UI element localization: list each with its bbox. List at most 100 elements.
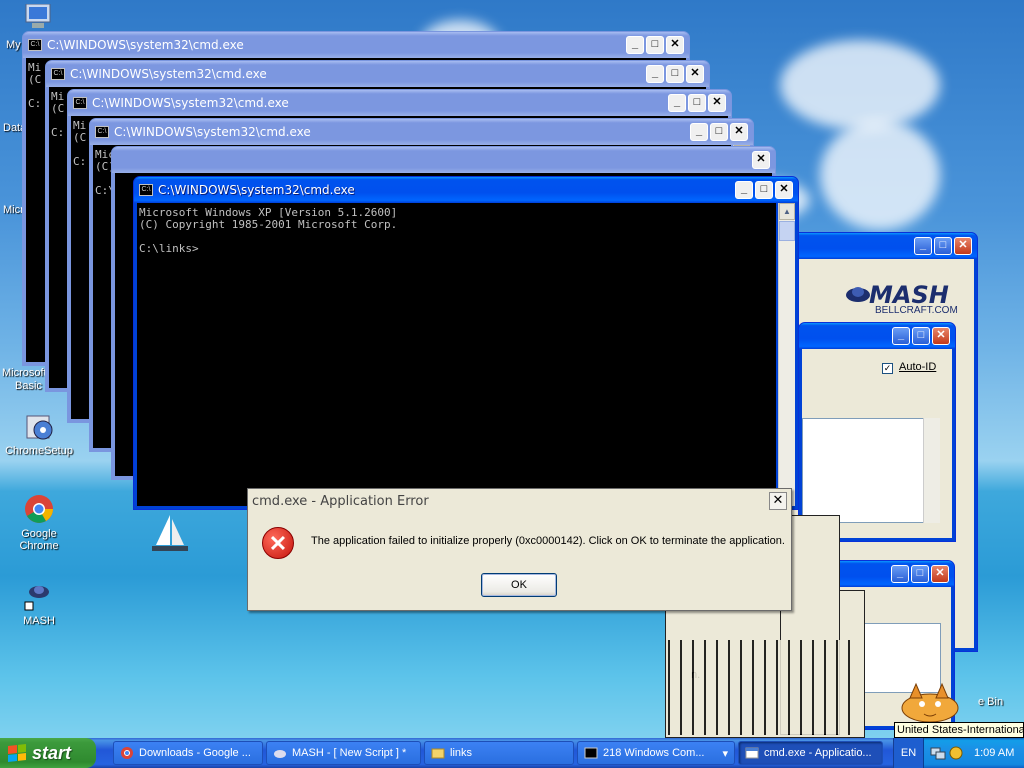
console-output[interactable]: Microsoft Windows XP [Version 5.1.2600] … — [137, 203, 776, 506]
close-button[interactable]: ✕ — [932, 327, 950, 345]
taskbar-item-error-dialog[interactable]: cmd.exe - Applicatio... — [738, 741, 883, 765]
my-computer-icon[interactable] — [22, 3, 54, 30]
close-button[interactable]: ✕ — [666, 36, 684, 54]
cmd-window-titlebar[interactable]: C:\ C:\WINDOWS\system32\cmd.exe _ □ ✕ — [134, 177, 798, 203]
cmd-window-titlebar[interactable]: C:\ C:\WINDOWS\system32\cmd.exe _ □ ✕ — [90, 119, 753, 145]
taskbar-item-label: cmd.exe - Applicatio... — [764, 747, 872, 759]
taskbar-item-label: links — [450, 747, 473, 759]
error-message: The application failed to initialize pro… — [311, 535, 785, 547]
taskbar-item-label: Downloads - Google ... — [139, 747, 251, 759]
desktop-icon-mash[interactable]: MASH — [2, 580, 76, 627]
auto-id-label[interactable]: Auto-ID — [899, 361, 936, 373]
taskbar: start Downloads - Google ... MASH - [ Ne… — [0, 738, 1024, 768]
chrome-icon — [120, 746, 134, 760]
cmd-window-titlebar[interactable]: C:\ C:\WINDOWS\system32\cmd.exe _ □ ✕ — [68, 90, 731, 116]
recycle-bin-label-partial[interactable]: e Bin — [978, 696, 1003, 708]
maximize-button[interactable]: □ — [911, 565, 929, 583]
taskbar-item-mash[interactable]: MASH - [ New Script ] * — [266, 741, 421, 765]
alert-icon[interactable] — [948, 745, 964, 761]
desktop-icon-label-partial[interactable]: Microsoft — [2, 367, 47, 379]
windows-logo-icon — [8, 744, 26, 762]
close-button[interactable]: ✕ — [954, 237, 972, 255]
maximize-button[interactable]: □ — [755, 181, 773, 199]
maximize-button[interactable]: □ — [688, 94, 706, 112]
cmd-icon: C:\ — [139, 184, 153, 196]
dropdown-arrow-icon: ▾ — [722, 747, 728, 760]
folder-icon — [431, 746, 445, 760]
desktop-icon-google-chrome[interactable]: Google Chrome — [2, 493, 76, 552]
close-button[interactable]: ✕ — [775, 181, 793, 199]
error-dialog-title: cmd.exe - Application Error — [252, 493, 429, 509]
close-button[interactable]: ✕ — [931, 565, 949, 583]
cmd-window-titlebar[interactable]: C:\ C:\WINDOWS\system32\cmd.exe _ □ ✕ — [46, 61, 709, 87]
maximize-button[interactable]: □ — [934, 237, 952, 255]
taskbar-item-downloads[interactable]: Downloads - Google ... — [113, 741, 263, 765]
maximize-button[interactable]: □ — [912, 327, 930, 345]
taskbar-item-links[interactable]: links — [424, 741, 574, 765]
close-button[interactable]: ✕ — [769, 492, 787, 510]
cmd-window-active[interactable]: C:\ C:\WINDOWS\system32\cmd.exe _ □ ✕ Mi… — [133, 176, 799, 510]
mash-scrollbar[interactable] — [923, 418, 940, 523]
maximize-button[interactable]: □ — [646, 36, 664, 54]
mash-sub-titlebar[interactable]: _ □ ✕ — [799, 323, 955, 349]
auto-id-checkbox[interactable]: ✓ — [882, 363, 893, 374]
minimize-button[interactable]: _ — [690, 123, 708, 141]
close-button[interactable]: ✕ — [730, 123, 748, 141]
minimize-button[interactable]: _ — [891, 565, 909, 583]
taskbar-item-label: 218 Windows Com... — [603, 747, 705, 759]
minimize-button[interactable]: _ — [668, 94, 686, 112]
desktop-icon-label-partial[interactable]: My — [6, 39, 21, 51]
close-button[interactable]: ✕ — [708, 94, 726, 112]
minimize-button[interactable]: _ — [892, 327, 910, 345]
ok-button[interactable]: OK — [481, 573, 557, 597]
cmd-window-titlebar[interactable]: ✕ — [112, 147, 775, 173]
close-button[interactable]: ✕ — [686, 65, 704, 83]
close-button[interactable]: ✕ — [752, 151, 770, 169]
cmd-icon: C:\ — [51, 68, 65, 80]
chrome-icon — [23, 493, 55, 525]
desktop-icon-chromesetup[interactable]: ChromeSetup — [2, 410, 76, 457]
network-icon[interactable] — [930, 745, 946, 761]
window-title: C:\WINDOWS\system32\cmd.exe — [158, 183, 355, 197]
maximize-button[interactable]: □ — [710, 123, 728, 141]
cmd-window-titlebar[interactable]: C:\ C:\WINDOWS\system32\cmd.exe _ □ ✕ — [23, 32, 689, 58]
start-button[interactable]: start — [0, 738, 96, 768]
language-indicator[interactable]: EN — [893, 738, 923, 768]
window-icon — [745, 746, 759, 760]
system-tray: 1:09 AM — [923, 738, 1024, 768]
sailboat-image — [150, 515, 190, 555]
desktop-icon-label-partial[interactable]: Basic — [15, 380, 42, 392]
cloud — [780, 40, 940, 130]
window-title: C:\WINDOWS\system32\cmd.exe — [114, 125, 311, 139]
window-title: C:\WINDOWS\system32\cmd.exe — [47, 38, 244, 52]
console-scrollbar[interactable]: ▲ — [778, 203, 795, 506]
start-label: start — [32, 742, 72, 763]
error-dialog-titlebar[interactable]: cmd.exe - Application Error ✕ — [248, 489, 791, 513]
mash-text-area[interactable] — [802, 418, 937, 523]
setup-icon — [23, 410, 55, 442]
cmd-icon: C:\ — [28, 39, 42, 51]
minimize-button[interactable]: _ — [646, 65, 664, 83]
cmd-icon: C:\ — [95, 126, 109, 138]
minimize-button[interactable]: _ — [735, 181, 753, 199]
error-dialog[interactable]: cmd.exe - Application Error ✕ ✕ The appl… — [247, 488, 792, 611]
taskbar-item-cmd-group[interactable]: 218 Windows Com... ▾ — [577, 741, 735, 765]
taskbar-item-label: MASH - [ New Script ] * — [292, 747, 407, 759]
minimize-button[interactable]: _ — [914, 237, 932, 255]
scroll-thumb[interactable] — [779, 221, 795, 241]
desktop-icon-label: Google Chrome — [19, 528, 59, 552]
mash-logo-subtitle: BELLCRAFT.COM — [875, 305, 958, 316]
desktop-icon-label: ChromeSetup — [5, 445, 73, 457]
cloud — [820, 120, 940, 230]
mash-sub-window[interactable]: _ □ ✕ ✓ Auto-ID — [798, 322, 956, 542]
window-title: C:\WINDOWS\system32\cmd.exe — [92, 96, 289, 110]
mash-cloud-icon — [845, 285, 871, 303]
error-icon: ✕ — [262, 527, 294, 559]
mash-window-titlebar[interactable]: _ □ ✕ — [789, 233, 977, 259]
clock[interactable]: 1:09 AM — [974, 747, 1014, 759]
minimize-button[interactable]: _ — [626, 36, 644, 54]
scroll-up-arrow[interactable]: ▲ — [779, 203, 795, 220]
cat-mascot-icon[interactable] — [890, 680, 970, 724]
maximize-button[interactable]: □ — [666, 65, 684, 83]
stacked-window-edges — [668, 640, 858, 735]
